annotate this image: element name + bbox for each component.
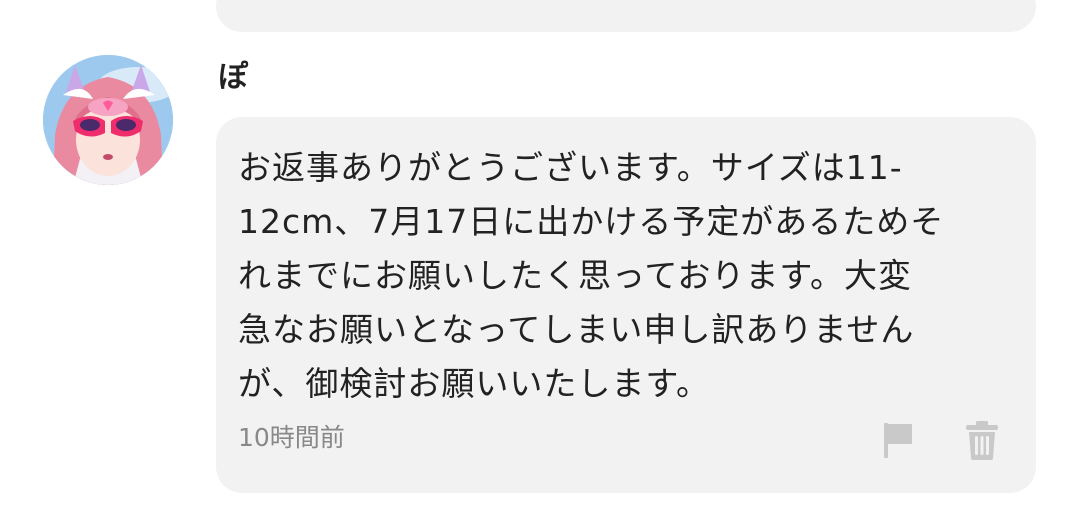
comment-username: ぽ — [218, 60, 248, 95]
flag-icon — [884, 423, 912, 458]
report-button[interactable] — [878, 418, 918, 462]
comment-timestamp: 10時間前 — [238, 423, 345, 452]
delete-button[interactable] — [962, 418, 1002, 462]
avatar-image — [43, 55, 173, 185]
trash-icon — [966, 421, 998, 460]
previous-message-bubble — [216, 0, 1036, 32]
avatar[interactable] — [43, 55, 173, 185]
message-text: お返事ありがとうございます。サイズは11- 12cm、7月17日に出かける予定が… — [238, 148, 945, 403]
comment-thread: ぽ お返事ありがとうございます。サイズは11- 12cm、7月17日に出かける予… — [0, 0, 1080, 506]
